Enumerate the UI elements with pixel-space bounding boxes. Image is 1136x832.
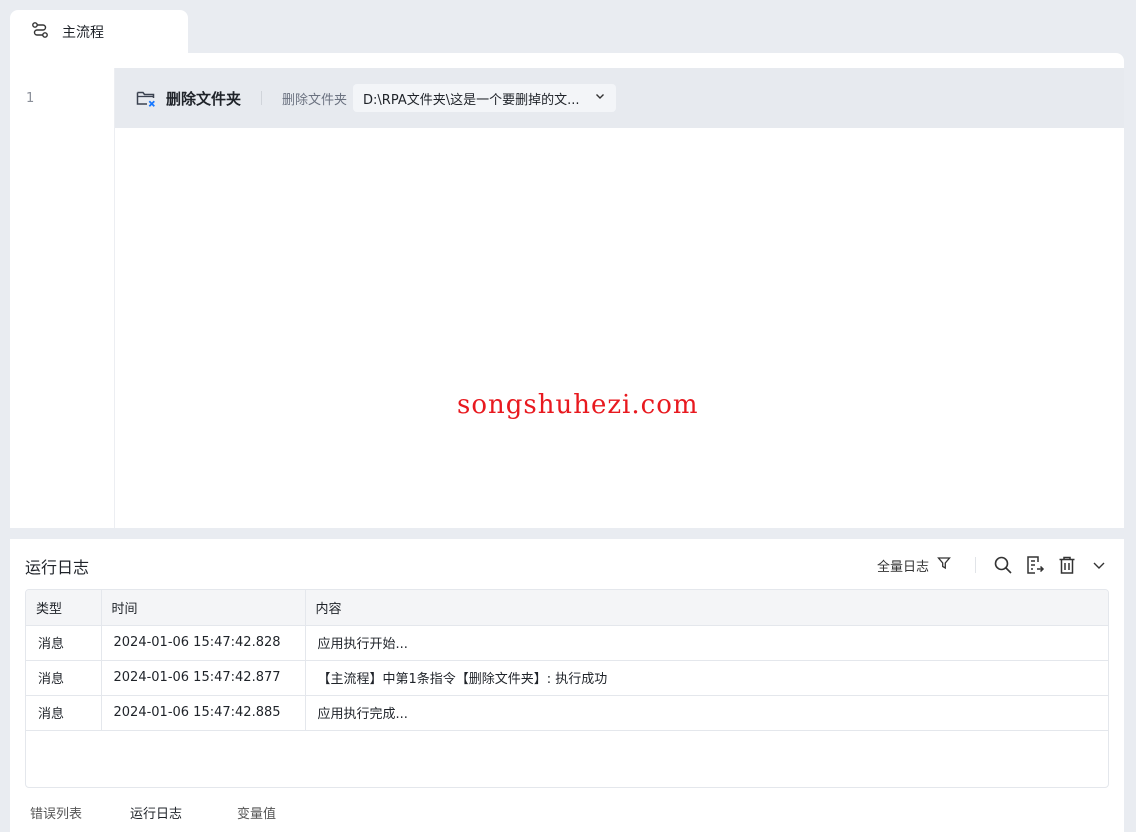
tab-label: 主流程 — [62, 24, 104, 41]
cell-content: 【主流程】中第1条指令【删除文件夹】: 执行成功 — [304, 660, 1108, 696]
command-row[interactable]: 删除文件夹 删除文件夹 D:\RPA文件夹\这是一个要删掉的文... — [115, 68, 1124, 128]
column-header-type[interactable]: 类型 — [26, 590, 101, 626]
tab-variables[interactable]: 变量值 — [237, 803, 276, 822]
log-toolbar: 全量日志 — [877, 553, 1110, 577]
cell-type: 消息 — [26, 625, 101, 661]
log-table: 类型 时间 内容 消息 2024-01-06 15:47:42.828 应用执行… — [25, 589, 1109, 788]
cell-content: 应用执行开始... — [304, 625, 1108, 661]
log-title: 运行日志 — [25, 558, 90, 577]
chevron-down-icon — [594, 90, 606, 106]
cell-type: 消息 — [26, 660, 101, 696]
search-icon[interactable] — [992, 554, 1014, 576]
flow-icon — [31, 21, 49, 43]
filter-icon — [937, 556, 951, 574]
collapse-chevron-icon[interactable] — [1088, 554, 1110, 576]
log-filter-label: 全量日志 — [876, 559, 929, 575]
param-value-dropdown[interactable]: D:\RPA文件夹\这是一个要删掉的文... — [353, 84, 616, 112]
log-panel: 运行日志 全量日志 类型 时间 内容 消息 2024-01-06 15:47:4… — [10, 539, 1124, 832]
line-number: 1 — [26, 91, 35, 106]
cell-time: 2024-01-06 15:47:42.885 — [100, 695, 305, 731]
cell-content: 应用执行完成... — [304, 695, 1108, 731]
column-header-time[interactable]: 时间 — [100, 590, 305, 626]
tab-error-list[interactable]: 错误列表 — [30, 803, 130, 822]
line-gutter: 1 — [10, 68, 115, 528]
param-value: D:\RPA文件夹\这是一个要删掉的文... — [363, 92, 580, 108]
flow-editor: 1 删除文件夹 删除文件夹 D:\RPA文件夹\这是一个要删掉的文... son… — [10, 53, 1124, 528]
param-label: 删除文件夹 — [282, 92, 348, 108]
table-row[interactable]: 消息 2024-01-06 15:47:42.885 应用执行完成... — [26, 695, 1108, 731]
watermark: songshuhezi.com — [457, 390, 699, 420]
command-title: 删除文件夹 — [166, 89, 242, 108]
cell-type: 消息 — [26, 695, 101, 731]
cell-time: 2024-01-06 15:47:42.828 — [100, 625, 305, 661]
divider — [975, 557, 976, 573]
table-header-row: 类型 时间 内容 — [26, 590, 1108, 626]
cell-time: 2024-01-06 15:47:42.877 — [100, 660, 305, 696]
table-row[interactable]: 消息 2024-01-06 15:47:42.828 应用执行开始... — [26, 625, 1108, 661]
column-header-content[interactable]: 内容 — [304, 590, 1108, 626]
divider — [261, 91, 263, 105]
tab-main-flow[interactable]: 主流程 — [10, 10, 188, 53]
bottom-tab-bar: 错误列表 运行日志 变量值 — [30, 803, 276, 822]
folder-delete-icon — [135, 87, 157, 109]
tab-run-log[interactable]: 运行日志 — [130, 803, 237, 822]
log-filter-button[interactable]: 全量日志 — [877, 556, 951, 575]
export-log-icon[interactable] — [1024, 554, 1046, 576]
clear-log-icon[interactable] — [1056, 554, 1078, 576]
table-row[interactable]: 消息 2024-01-06 15:47:42.877 【主流程】中第1条指令【删… — [26, 660, 1108, 696]
